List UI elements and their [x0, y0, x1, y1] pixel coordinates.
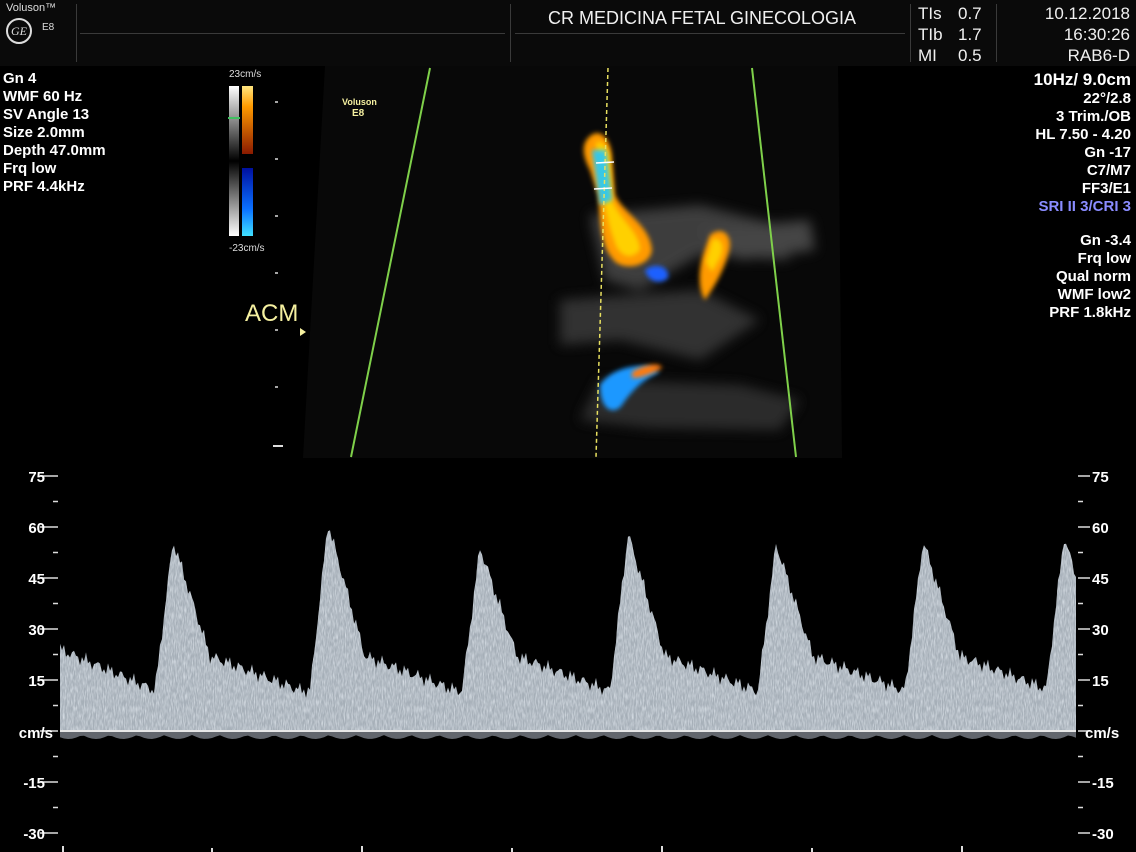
- axis-unit-right: cm/s: [1085, 725, 1120, 742]
- axis-label-right-neg15: -15: [1092, 775, 1114, 792]
- watermark-line2: E8: [352, 108, 365, 119]
- axis-label-left-30: 30: [28, 622, 45, 639]
- axis-label-right-30: 30: [1092, 622, 1109, 639]
- param-line: PRF 1.8kHz: [1049, 304, 1131, 321]
- axis-label-left-15: 15: [28, 673, 45, 690]
- param-line: 22°/2.8: [1083, 90, 1131, 107]
- axis-label-left-75: 75: [28, 469, 45, 486]
- axis-label-right-45: 45: [1092, 571, 1109, 588]
- depth-scale: [273, 101, 283, 447]
- param-line: WMF 60 Hz: [3, 88, 83, 105]
- color-scale-bottom: -23cm/s: [229, 243, 265, 254]
- param-line-highlight: SRI II 3/CRI 3: [1038, 198, 1131, 215]
- color-map-bar: [228, 86, 253, 236]
- axis-label-right-75: 75: [1092, 469, 1109, 486]
- param-line: Frq low: [3, 160, 57, 177]
- axis-label-left-neg30: -30: [23, 826, 45, 843]
- param-line: SV Angle 13: [3, 106, 90, 123]
- param-line: Size 2.0mm: [3, 124, 85, 141]
- param-line: PRF 4.4kHz: [3, 178, 85, 195]
- param-line: Depth 47.0mm: [3, 142, 106, 159]
- param-line: WMF low2: [1057, 286, 1131, 303]
- param-line: 3 Trim./OB: [1055, 108, 1131, 125]
- param-line: Gn 4: [3, 70, 37, 87]
- axis-label-left-neg15: -15: [23, 775, 45, 792]
- param-line: Qual norm: [1055, 268, 1131, 285]
- vessel-marker-arrow: [300, 328, 306, 336]
- param-line: FF3/E1: [1081, 180, 1131, 197]
- ultrasound-graphics: [40, 66, 1090, 852]
- left-params: Gn 4 WMF 60 Hz SV Angle 13 Size 2.0mm De…: [3, 70, 106, 196]
- param-line: Gn -3.4: [1080, 232, 1131, 249]
- param-line: Gn -17: [1084, 144, 1131, 161]
- axis-label-left-60: 60: [28, 520, 45, 537]
- param-line: Frq low: [1077, 250, 1131, 267]
- watermark-line1: Voluson: [342, 97, 377, 107]
- param-line: HL 7.50 - 4.20: [1035, 126, 1131, 143]
- spectral-display: [60, 460, 1076, 852]
- axis-label-right-60: 60: [1092, 520, 1109, 537]
- sample-gate-top: [595, 161, 615, 164]
- right-params-doppler: Gn -3.4 Frq low Qual norm WMF low2 PRF 1…: [1049, 232, 1131, 322]
- sample-gate-bottom: [593, 187, 613, 190]
- axis-label-right-15: 15: [1092, 673, 1109, 690]
- param-line: 10Hz/ 9.0cm: [1033, 70, 1131, 89]
- axis-label-right-neg30: -30: [1092, 826, 1114, 843]
- axis-unit-left: cm/s: [18, 725, 53, 742]
- right-params: 10Hz/ 9.0cm 22°/2.8 3 Trim./OB HL 7.50 -…: [1034, 70, 1131, 216]
- color-scale-top: 23cm/s: [229, 69, 262, 80]
- axis-label-left-45: 45: [28, 571, 45, 588]
- vessel-label: ACM: [245, 300, 299, 327]
- param-line: C7/M7: [1086, 162, 1131, 179]
